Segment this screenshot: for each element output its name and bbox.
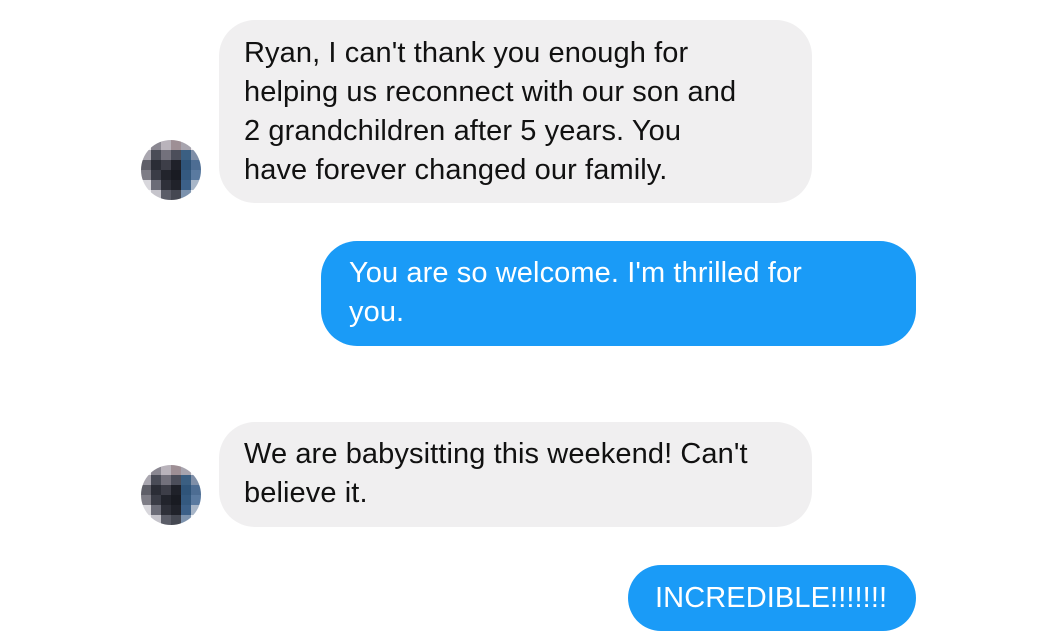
contact-avatar[interactable] <box>141 140 201 200</box>
message-text-line: We are babysitting this weekend! Can't <box>244 438 748 470</box>
message-thread: Ryan, I can't thank you enough for helpi… <box>0 0 1046 642</box>
message-text-line: You are so welcome. I'm thrilled for <box>349 257 802 289</box>
outgoing-message-bubble[interactable]: INCREDIBLE!!!!!!! <box>628 565 916 631</box>
incoming-message-bubble[interactable]: Ryan, I can't thank you enough for helpi… <box>219 20 812 203</box>
message-text-line: Ryan, I can't thank you enough for <box>244 37 689 69</box>
message-text-line: helping us reconnect with our son and <box>244 76 737 108</box>
outgoing-message-bubble[interactable]: You are so welcome. I'm thrilled for you… <box>321 241 916 346</box>
incoming-message-bubble[interactable]: We are babysitting this weekend! Can't b… <box>219 422 812 527</box>
message-text-line: INCREDIBLE!!!!!!! <box>655 582 888 614</box>
message-text-line: have forever changed our family. <box>244 154 668 186</box>
pixelated-avatar-icon <box>141 465 201 525</box>
message-text-line: 2 grandchildren after 5 years. You <box>244 115 682 147</box>
contact-avatar[interactable] <box>141 465 201 525</box>
message-text-line: you. <box>349 296 405 328</box>
message-text-line: believe it. <box>244 477 368 509</box>
pixelated-avatar-icon <box>141 140 201 200</box>
